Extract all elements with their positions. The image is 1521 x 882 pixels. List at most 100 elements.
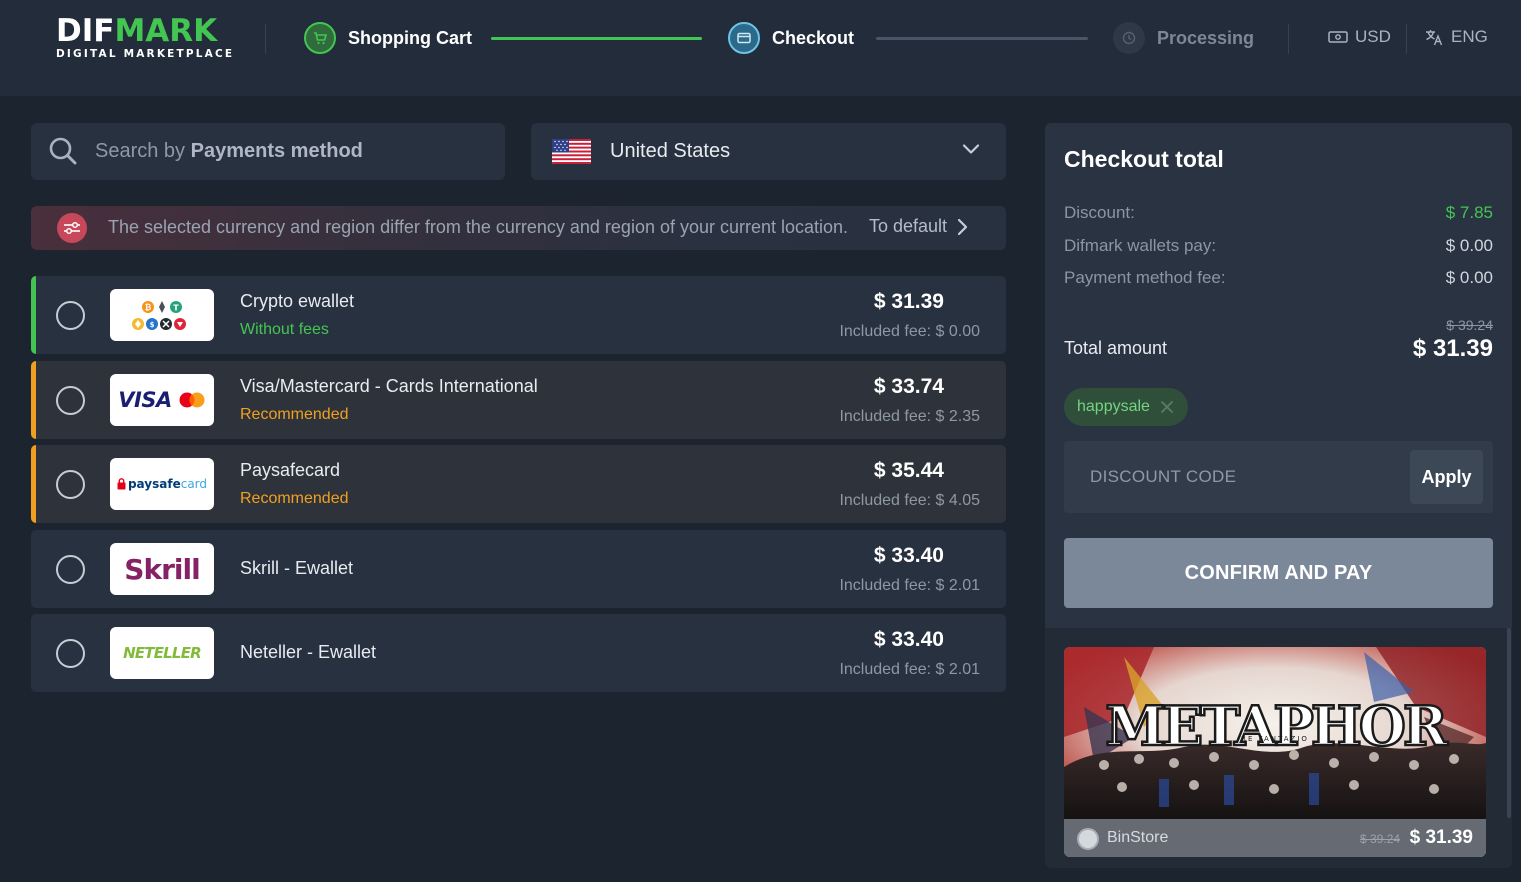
applied-promo-chip: happysale [1064,388,1188,426]
radio-button[interactable] [56,301,85,330]
language-selector[interactable]: ENG [1425,27,1488,47]
apply-discount-button[interactable]: Apply [1410,450,1483,504]
discount-code-input[interactable]: DISCOUNT CODE [1090,467,1236,487]
svg-text:₿: ₿ [145,303,152,312]
language-label: ENG [1451,27,1488,46]
payment-method-name: Neteller - Ewallet [240,642,377,662]
cart-icon [304,22,336,54]
payment-method-visa-mastercard[interactable]: VISA Visa/Mastercard - Cards Internation… [31,361,1006,439]
summary-value: $ 7.85 [1445,203,1493,222]
payment-method-crypto[interactable]: ₿ T $ Crypto ewallet Without fees $ 31.3… [31,276,1006,354]
checkout-summary-panel: Checkout total Discount: $ 7.85 Difmark … [1045,123,1512,628]
notice-text: The selected currency and region differ … [108,217,849,237]
neteller-wordmark: NETELLER [123,644,202,662]
total-amount-label: Total amount [1064,338,1168,358]
payment-search-input[interactable]: Search by Payments method [31,123,505,180]
payment-method-price: $ 33.40 [873,544,944,567]
paysafecard-logo: paysafecard [110,458,214,510]
discount-code-field: DISCOUNT CODE Apply [1064,441,1493,513]
summary-value: $ 0.00 [1445,268,1493,287]
to-default-link[interactable]: To default [869,216,968,237]
step-label: Processing [1157,27,1255,48]
visa-wordmark: VISA [118,388,172,412]
store-name: BinStore [1107,829,1169,846]
chevron-right-icon [957,218,968,235]
payment-method-fee: Included fee: $ 2.01 [839,577,980,594]
game-title-art: METAPHOR [1105,694,1449,758]
radio-button[interactable] [56,386,85,415]
search-placeholder-bold: Payments method [190,140,363,162]
step-shopping-cart[interactable]: Shopping Cart [304,22,472,54]
payment-method-fee: Included fee: $ 4.05 [839,492,980,509]
region-mismatch-notice: The selected currency and region differ … [31,206,1006,250]
header-divider [265,24,266,54]
neteller-logo: NETELLER [110,627,214,679]
search-placeholder-prefix: Search by [95,140,191,162]
radio-button[interactable] [56,639,85,668]
payment-method-tag: Without fees [240,321,329,338]
payment-method-name: Skrill - Ewallet [240,558,354,578]
translate-icon [1426,29,1443,45]
payment-method-neteller[interactable]: NETELLER Neteller - Ewallet $ 33.40 Incl… [31,614,1006,692]
discount-row: Discount: $ 7.85 [1064,203,1493,223]
product-price: $ 31.39 [1409,827,1473,848]
search-placeholder: Search by Payments method [95,140,363,163]
remove-promo-icon[interactable] [1160,400,1174,414]
wallet-pay-row: Difmark wallets pay: $ 0.00 [1064,236,1493,256]
skrill-logo: Skrill [110,543,214,595]
summary-value: $ 0.00 [1445,236,1493,255]
method-fee-row: Payment method fee: $ 0.00 [1064,268,1493,288]
payment-method-fee: Included fee: $ 2.35 [839,408,980,425]
radio-button[interactable] [56,470,85,499]
clock-icon [1113,22,1145,54]
payment-method-paysafecard[interactable]: paysafecard Paysafecard Recommended $ 35… [31,445,1006,523]
checkout-title: Checkout total [1064,146,1224,172]
payment-method-skrill[interactable]: Skrill Skrill - Ewallet $ 33.40 Included… [31,530,1006,608]
visa-mastercard-logo: VISA [110,374,214,426]
payment-method-fee: Included fee: $ 2.01 [839,661,980,678]
payment-method-name: Crypto ewallet [240,291,355,311]
country-select[interactable]: United States [531,123,1006,180]
lock-icon [117,478,126,490]
step-label: Checkout [772,27,855,48]
recommendation-bar [31,361,36,439]
logo-subtitle: DIGITAL MARKETPLACE [56,48,235,60]
total-amount-value: $ 31.39 [1412,335,1493,362]
logo-main-text: DIF [56,13,115,49]
svg-text:$: $ [150,321,155,329]
game-subtitle-art: RE FANTAZIO [1241,735,1309,743]
top-header: DIFMARK DIGITAL MARKETPLACE Shopping Car… [0,0,1521,96]
card-wordmark: card [180,477,208,491]
confirm-and-pay-button[interactable]: CONFIRM AND PAY [1064,538,1493,608]
product-footer: BinStore $ 39.24 $ 31.39 [1064,819,1486,857]
progress-line-done [491,37,702,40]
step-label: Shopping Cart [348,27,472,48]
us-flag-icon [552,139,591,164]
recommendation-bar [31,276,36,354]
game-cover-art: METAPHOR RE FANTAZIO [1064,647,1486,819]
payment-method-name: Visa/Mastercard - Cards International [240,376,538,396]
radio-button[interactable] [56,555,85,584]
header-divider [1288,24,1289,54]
header-divider [1406,24,1407,54]
difmark-logo[interactable]: DIFMARK DIGITAL MARKETPLACE [56,13,235,61]
recommendation-bar [31,445,36,523]
payment-method-name: Paysafecard [240,460,341,480]
skrill-wordmark: Skrill [124,552,200,586]
old-total-price: $ 39.24 [1446,317,1493,333]
search-icon [49,137,77,165]
step-checkout[interactable]: Checkout [728,22,854,54]
product-old-price: $ 39.24 [1360,832,1401,846]
svg-text:T: T [173,304,179,313]
currency-selector[interactable]: USD [1328,27,1391,47]
panel-scrollbar[interactable] [1507,628,1511,818]
card-icon [728,22,760,54]
product-card[interactable]: METAPHOR RE FANTAZIO BinStore $ 39.24 $ … [1064,647,1486,857]
summary-label: Difmark wallets pay: [1064,236,1217,255]
summary-label: Discount: [1064,203,1135,222]
chevron-down-icon [962,144,980,154]
payment-method-fee: Included fee: $ 0.00 [839,323,980,340]
store-avatar-icon [1077,828,1099,850]
payment-method-tag: Recommended [240,406,349,423]
mastercard-icon [179,392,205,408]
